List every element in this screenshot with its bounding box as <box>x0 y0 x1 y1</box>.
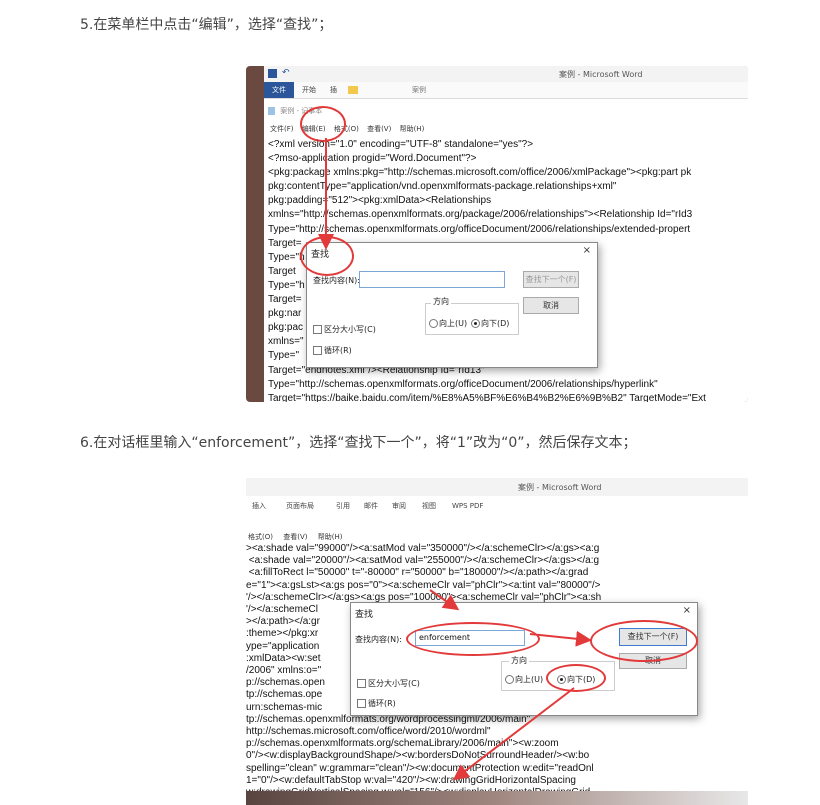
wrap-label: 循环(R) <box>368 699 396 708</box>
folder-icon <box>348 86 358 94</box>
find-label: 查找内容(N): <box>355 635 402 644</box>
code-line: xmlns="http://schemas.openxmlformats.org… <box>268 209 693 221</box>
match-case-checkbox[interactable] <box>357 679 366 688</box>
code-line: 0"/><w:displayBackgroundShape/><w:border… <box>246 750 590 762</box>
wrap-label: 循环(R) <box>324 346 352 355</box>
close-icon[interactable]: × <box>583 245 591 256</box>
window-title: 案例 - Microsoft Word <box>559 70 643 79</box>
title-bar: ↶ 案例 - Microsoft Word <box>264 66 748 82</box>
step-5-caption: 5.在菜单栏中点击“编辑”，选择“查找”； <box>80 17 333 33</box>
code-line: pkg:contentType="application/vnd.openxml… <box>268 181 617 193</box>
wrap-checkbox[interactable] <box>357 699 366 708</box>
tab-review[interactable]: 审阅 <box>388 498 410 514</box>
find-next-button[interactable]: 查找下一个(F) <box>523 271 579 288</box>
highlight-find-input <box>406 622 540 656</box>
direction-label: 方向 <box>431 296 451 307</box>
match-case-checkbox[interactable] <box>313 325 322 334</box>
menu-format[interactable]: 格式(O) <box>248 533 273 541</box>
code-line: <pkg:package xmlns:pkg="http://schemas.m… <box>268 167 692 179</box>
highlight-radio-down <box>546 664 606 692</box>
save-icon[interactable] <box>268 69 277 78</box>
code-line: <?mso-application progid="Word.Document"… <box>268 153 477 165</box>
radio-down[interactable] <box>471 319 480 328</box>
code-line: <a:fillToRect l="50000" t="-80000" r="50… <box>246 567 589 579</box>
highlight-find-next-button <box>590 620 698 662</box>
code-line: Type="http://schemas.openxmlformats.org/… <box>268 378 658 390</box>
tab-file[interactable]: 文件 <box>264 82 294 98</box>
undo-icon[interactable]: ↶ <box>282 68 290 78</box>
tab-page-layout[interactable]: 页面布局 <box>282 498 318 514</box>
tab-mailings[interactable]: 邮件 <box>360 498 382 514</box>
radio-up-label: 向上(U) <box>439 319 468 328</box>
notepad-icon <box>268 107 275 115</box>
find-input[interactable] <box>359 271 505 288</box>
notepad-menu: 格式(O) 查看(V) 帮助(H) <box>248 532 342 542</box>
radio-down-label: 向下(D) <box>481 319 510 328</box>
step-6-caption: 6.在对话框里输入“enforcement”，选择“查找下一个”，将“1”改为“… <box>80 435 637 451</box>
highlight-find-dialog-title <box>300 236 354 276</box>
footer-photo-strip <box>246 791 748 805</box>
code-line: 1="0"/><w:defaultTabStop w:val="420"/><w… <box>246 774 576 786</box>
menu-view[interactable]: 查看(V) <box>367 125 391 133</box>
window-title: 案例 - Microsoft Word <box>518 483 602 492</box>
cancel-button[interactable]: 取消 <box>523 297 579 314</box>
ribbon-tabs: 文件 开始 插 案例 <box>264 82 748 99</box>
radio-up[interactable] <box>505 675 514 684</box>
find-dialog-title: 查找 <box>355 610 374 620</box>
code-line: Type="http://schemas.openxmlformats.org/… <box>268 223 691 235</box>
menu-view[interactable]: 查看(V) <box>283 533 307 541</box>
code-line: <?xml version="1.0" encoding="UTF-8" sta… <box>268 139 534 150</box>
code-line: spelling="clean" w:grammar="clean"/><w:d… <box>246 762 594 774</box>
code-line: p://schemas.openxmlformats.org/schemaLib… <box>246 738 559 750</box>
code-line: pkg:padding="512"><pkg:xmlData><Relation… <box>268 195 492 207</box>
code-line: ><a:shade val="99000"/><a:satMod val="35… <box>246 543 600 554</box>
tab-home[interactable]: 开始 <box>298 82 320 98</box>
word-window: ↶ 案例 - Microsoft Word 文件 开始 插 案例 案例 - 记事… <box>264 66 748 402</box>
code-line: <a:shade val="20000"/><a:satMod val="255… <box>246 555 600 567</box>
tab-view[interactable]: 视图 <box>418 498 440 514</box>
find-label: 查找内容(N): <box>313 276 360 285</box>
match-case-label: 区分大小写(C) <box>324 325 376 334</box>
code-line: http://schemas.microsoft.com/office/word… <box>246 726 491 738</box>
close-icon[interactable]: × <box>683 605 691 616</box>
ribbon-tabs: 插入 页面布局 引用 邮件 审阅 视图 WPS PDF <box>246 498 748 512</box>
radio-up-label: 向上(U) <box>515 675 544 684</box>
menu-file[interactable]: 文件(F) <box>270 125 294 133</box>
notepad-menu: 文件(F) 编辑(E) 格式(O) 查看(V) 帮助(H) <box>270 124 424 134</box>
tab-references[interactable]: 引用 <box>332 498 354 514</box>
quick-path: 案例 <box>412 86 426 94</box>
wrap-checkbox[interactable] <box>313 346 322 355</box>
code-line: e="1"><a:gsLst><a:gs pos="0"><a:schemeCl… <box>246 579 601 591</box>
code-line: Target="https://baike.baidu.com/item/%E8… <box>268 392 706 402</box>
match-case-label: 区分大小写(C) <box>368 679 420 688</box>
tab-insert[interactable]: 插入 <box>248 498 270 514</box>
screenshot-find-enforcement: 案例 - Microsoft Word 插入 页面布局 引用 邮件 审阅 视图 … <box>246 478 748 805</box>
highlight-edit-menu <box>300 106 346 142</box>
tab-insert[interactable]: 插 <box>326 82 341 98</box>
radio-up[interactable] <box>429 319 438 328</box>
menu-help[interactable]: 帮助(H) <box>400 125 425 133</box>
menu-help[interactable]: 帮助(H) <box>318 533 343 541</box>
screenshot-notepad-find: ↶ 案例 - Microsoft Word 文件 开始 插 案例 案例 - 记事… <box>246 66 748 402</box>
tab-wps-pdf[interactable]: WPS PDF <box>448 498 487 514</box>
direction-label: 方向 <box>509 655 529 666</box>
title-bar: 案例 - Microsoft Word <box>246 478 748 496</box>
